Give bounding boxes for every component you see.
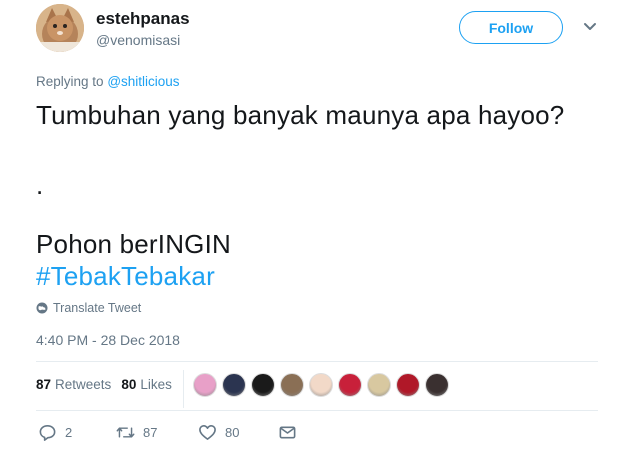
envelope-icon <box>279 426 296 439</box>
liker-avatar[interactable] <box>280 373 304 397</box>
stats-separator <box>183 370 184 408</box>
translate-label: Translate Tweet <box>53 301 142 315</box>
user-handle[interactable]: @venomisasi <box>96 32 180 48</box>
liker-avatar[interactable] <box>367 373 391 397</box>
reply-button[interactable]: 2 <box>38 423 72 442</box>
liker-avatars <box>193 373 449 397</box>
tweet-stats: 87 Retweets 80 Likes <box>36 377 182 392</box>
replying-to: Replying to @shitlicious <box>36 74 180 89</box>
reply-icon <box>39 425 56 441</box>
likes-label: Likes <box>140 377 172 392</box>
direct-message-button[interactable] <box>278 423 297 442</box>
retweets-label: Retweets <box>55 377 112 392</box>
avatar[interactable] <box>36 4 84 52</box>
globe-icon <box>36 302 48 314</box>
reply-mention-link[interactable]: @shitlicious <box>107 74 179 89</box>
liker-avatar[interactable] <box>222 373 246 397</box>
display-name[interactable]: estehpanas <box>96 9 190 29</box>
retweet-button[interactable]: 87 <box>116 423 157 442</box>
likes-stat[interactable]: 80 Likes <box>121 377 172 392</box>
reply-count: 2 <box>65 425 73 440</box>
tweet-card: estehpanas @venomisasi Follow Replying t… <box>0 0 636 463</box>
divider <box>36 361 598 362</box>
tweet-text-line-1: Tumbuhan yang banyak maunya apa hayoo? <box>36 100 565 130</box>
liker-avatar[interactable] <box>425 373 449 397</box>
cat-avatar-image <box>36 4 84 52</box>
heart-icon <box>199 425 216 440</box>
follow-button[interactable]: Follow <box>459 11 563 44</box>
liker-avatar[interactable] <box>251 373 275 397</box>
divider <box>36 410 598 411</box>
likes-count: 80 <box>121 377 137 392</box>
retweets-stat[interactable]: 87 Retweets <box>36 377 111 392</box>
like-count: 80 <box>225 425 240 440</box>
liker-avatar[interactable] <box>396 373 420 397</box>
hashtag-link[interactable]: #TebakTebakar <box>36 261 215 292</box>
liker-avatar[interactable] <box>338 373 362 397</box>
chevron-down-icon[interactable] <box>583 20 597 34</box>
like-button[interactable]: 80 <box>198 423 239 442</box>
translate-tweet-link[interactable]: Translate Tweet <box>36 301 141 315</box>
timestamp[interactable]: 4:40 PM - 28 Dec 2018 <box>36 332 180 348</box>
liker-avatar[interactable] <box>309 373 333 397</box>
replying-prefix: Replying to <box>36 74 104 89</box>
tweet-text-line-3: Pohon berINGIN <box>36 229 232 259</box>
retweets-count: 87 <box>36 377 52 392</box>
retweet-icon <box>116 427 135 438</box>
liker-avatar[interactable] <box>193 373 217 397</box>
retweet-count: 87 <box>143 425 158 440</box>
tweet-text-line-2: . <box>36 170 44 200</box>
